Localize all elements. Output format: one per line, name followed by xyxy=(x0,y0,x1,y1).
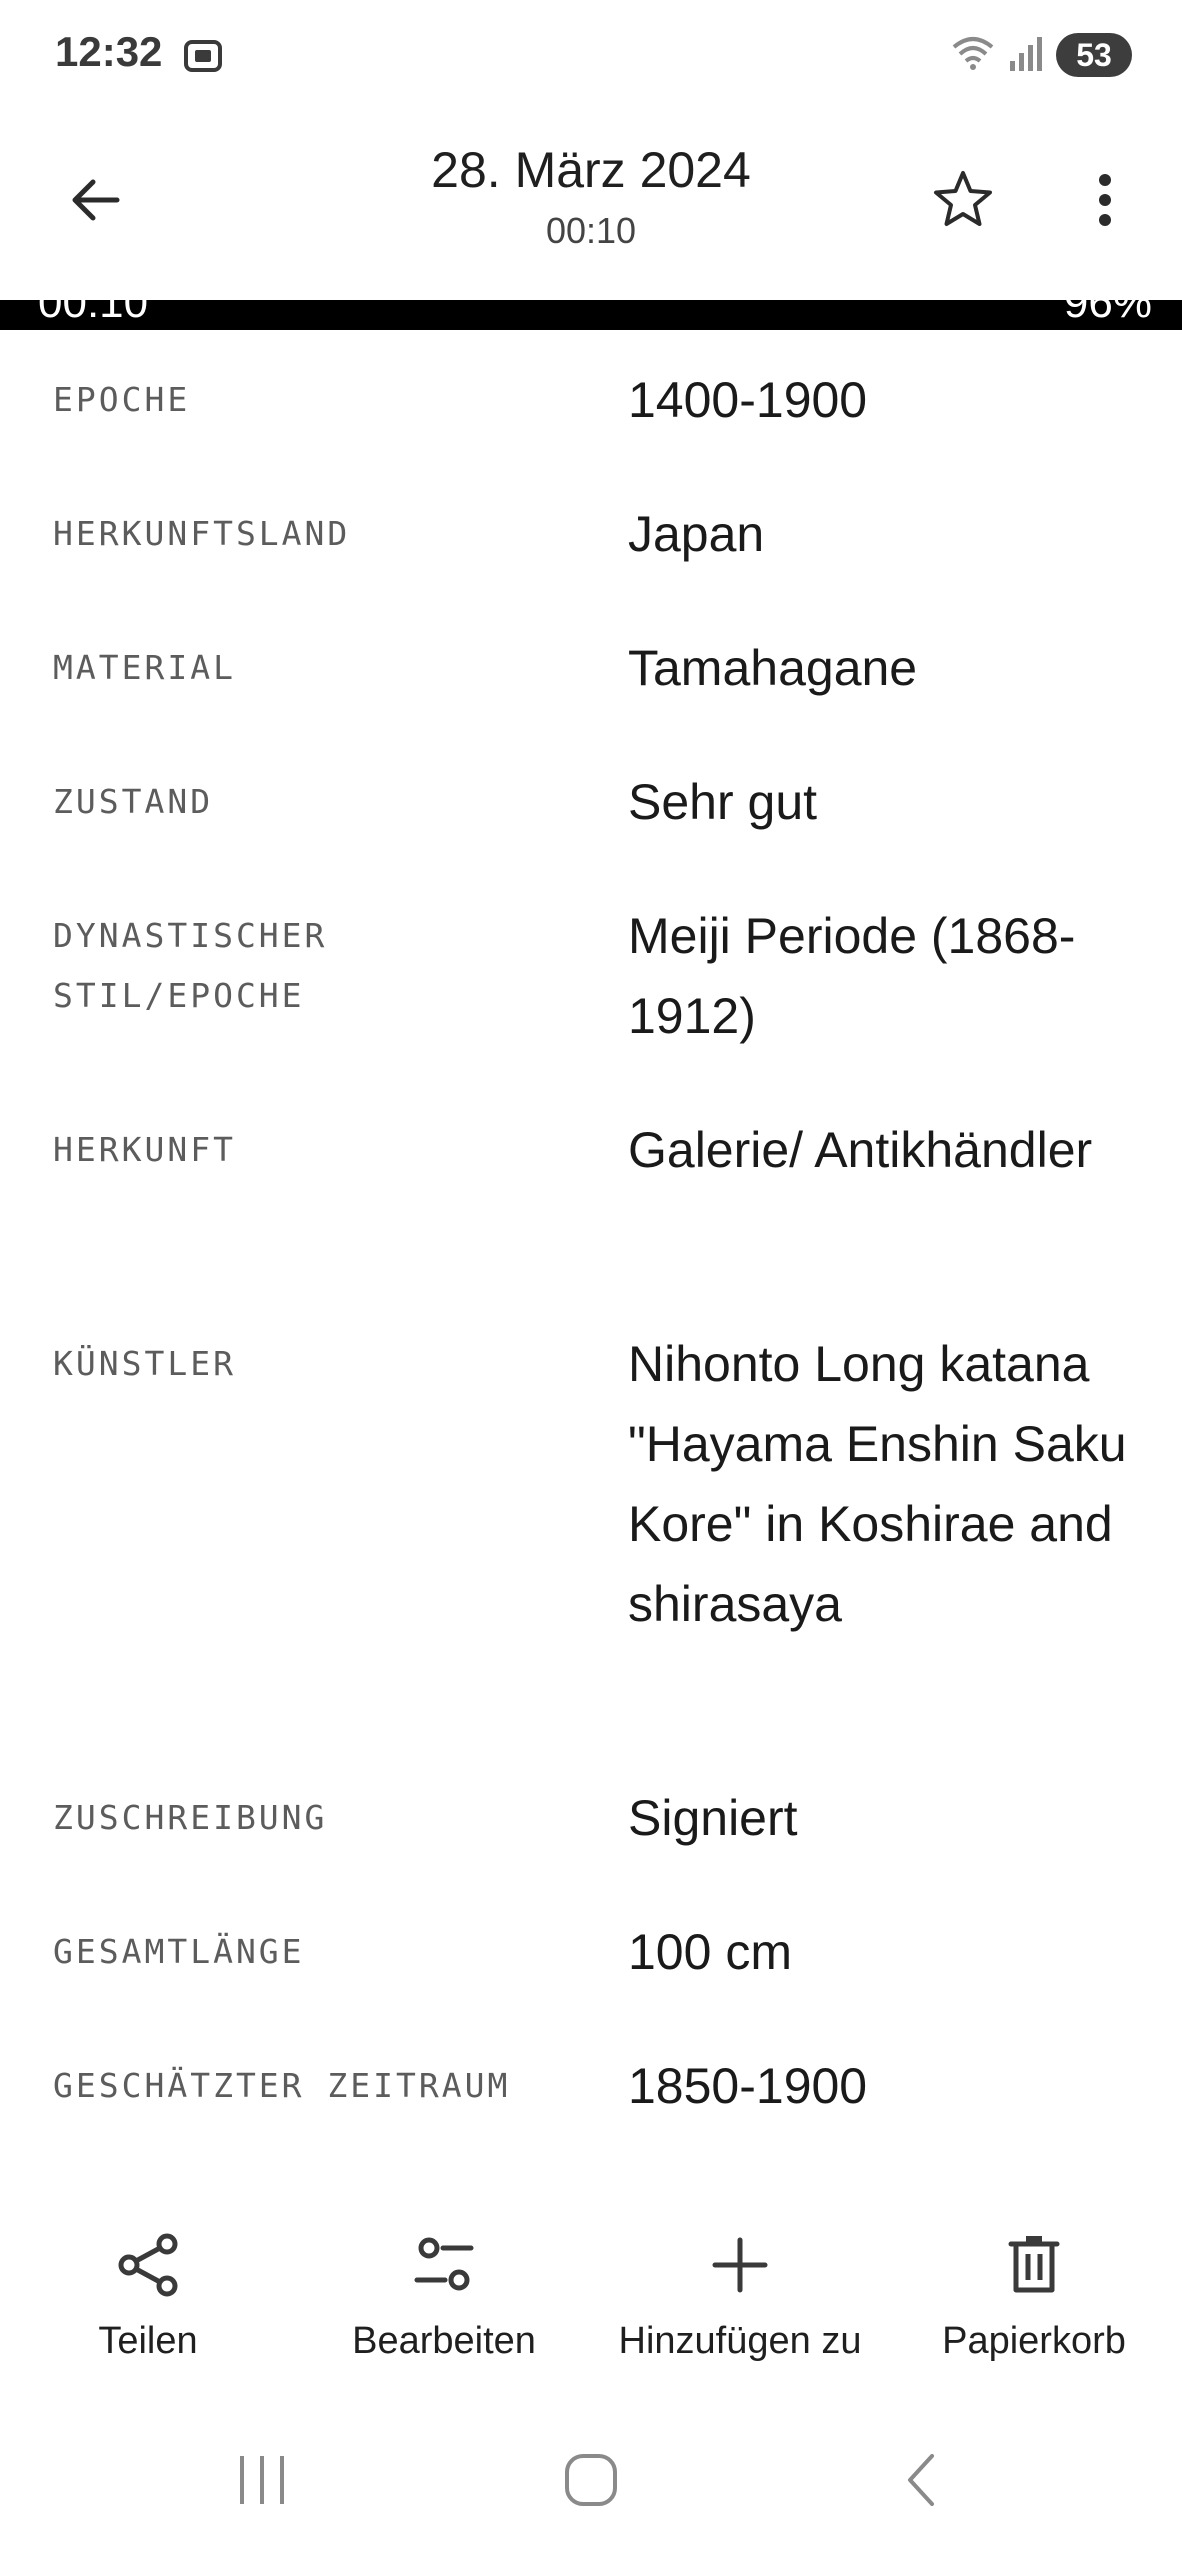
favorite-button[interactable] xyxy=(918,155,1008,245)
add-to-button[interactable]: Hinzufügen zu xyxy=(592,2220,888,2390)
trash-button[interactable]: Papierkorb xyxy=(886,2220,1182,2390)
edit-sliders-icon xyxy=(296,2220,592,2310)
recents-icon xyxy=(240,2456,284,2504)
more-vert-icon xyxy=(1099,174,1111,226)
detail-value: Sehr gut xyxy=(628,774,818,830)
detail-label: EPOCHE xyxy=(53,380,191,419)
status-bar: 12:32 53 xyxy=(0,0,1182,110)
detail-label: KÜNSTLER xyxy=(53,1344,236,1383)
battery-indicator: 53 xyxy=(1056,33,1132,77)
detail-label: GESCHÄTZTER ZEITRAUM xyxy=(53,2066,511,2105)
page-title: 28. März 2024 xyxy=(431,142,751,198)
trash-icon xyxy=(886,2220,1182,2310)
system-back-button[interactable] xyxy=(862,2425,982,2535)
trash-label: Papierkorb xyxy=(942,2320,1126,2362)
detail-value: Meiji Periode (1868-1912) xyxy=(628,908,1076,1044)
home-button[interactable] xyxy=(531,2425,651,2535)
home-icon xyxy=(565,2454,617,2506)
wifi-icon xyxy=(950,33,996,78)
back-arrow-icon xyxy=(72,179,120,221)
status-time: 12:32 xyxy=(55,28,163,75)
signal-icon xyxy=(1008,33,1044,78)
add-to-label: Hinzufügen zu xyxy=(618,2320,862,2362)
detail-label: HERKUNFTSLAND xyxy=(53,514,351,553)
detail-label: HERKUNFT xyxy=(53,1130,236,1169)
screenshot-icon xyxy=(183,36,223,76)
action-bar: Teilen Bearbeiten Hinzufügen zu Papierko… xyxy=(0,2200,1182,2390)
share-label: Teilen xyxy=(98,2320,198,2362)
detail-value: Signiert xyxy=(628,1790,798,1846)
detail-label: GESAMTLÄNGE xyxy=(53,1932,305,1971)
detail-label: ZUSTAND xyxy=(53,782,214,821)
page-subtitle: 00:10 xyxy=(545,210,637,251)
detail-label: ZUSCHREIBUNG xyxy=(53,1798,328,1837)
recents-button[interactable] xyxy=(202,2425,322,2535)
star-icon xyxy=(934,171,992,226)
share-icon xyxy=(0,2220,296,2310)
system-nav-bar xyxy=(0,2400,1182,2560)
detail-label: DYNASTISCHER STIL/EPOCHE xyxy=(53,916,328,1015)
back-icon xyxy=(908,2454,934,2506)
edit-label: Bearbeiten xyxy=(352,2320,536,2362)
more-options-button[interactable] xyxy=(1060,155,1150,245)
embedded-strip-battery: 96% xyxy=(1063,300,1152,327)
detail-label: MATERIAL xyxy=(53,648,236,687)
edit-button[interactable]: Bearbeiten xyxy=(296,2220,592,2390)
back-button[interactable] xyxy=(50,155,140,245)
detail-value: Tamahagane xyxy=(628,640,918,696)
embedded-image-strip: 00:10 96% xyxy=(0,300,1182,330)
plus-icon xyxy=(592,2220,888,2310)
detail-value: 100 cm xyxy=(628,1924,792,1980)
app-header: 28. März 2024 00:10 xyxy=(0,110,1182,300)
detail-value: Nihonto Long katana "Hayama Enshin Saku … xyxy=(628,1336,1127,1632)
detail-value: Galerie/ Antikhändler xyxy=(628,1122,1093,1178)
detail-value: 1400-1900 xyxy=(628,372,868,428)
detail-value: Japan xyxy=(628,506,765,562)
detail-value: 1850-1900 xyxy=(628,2058,868,2114)
status-icons: 53 xyxy=(950,30,1132,80)
header-title-group: 28. März 2024 00:10 xyxy=(250,140,932,252)
embedded-strip-time: 00:10 xyxy=(38,300,149,327)
share-button[interactable]: Teilen xyxy=(0,2220,296,2390)
